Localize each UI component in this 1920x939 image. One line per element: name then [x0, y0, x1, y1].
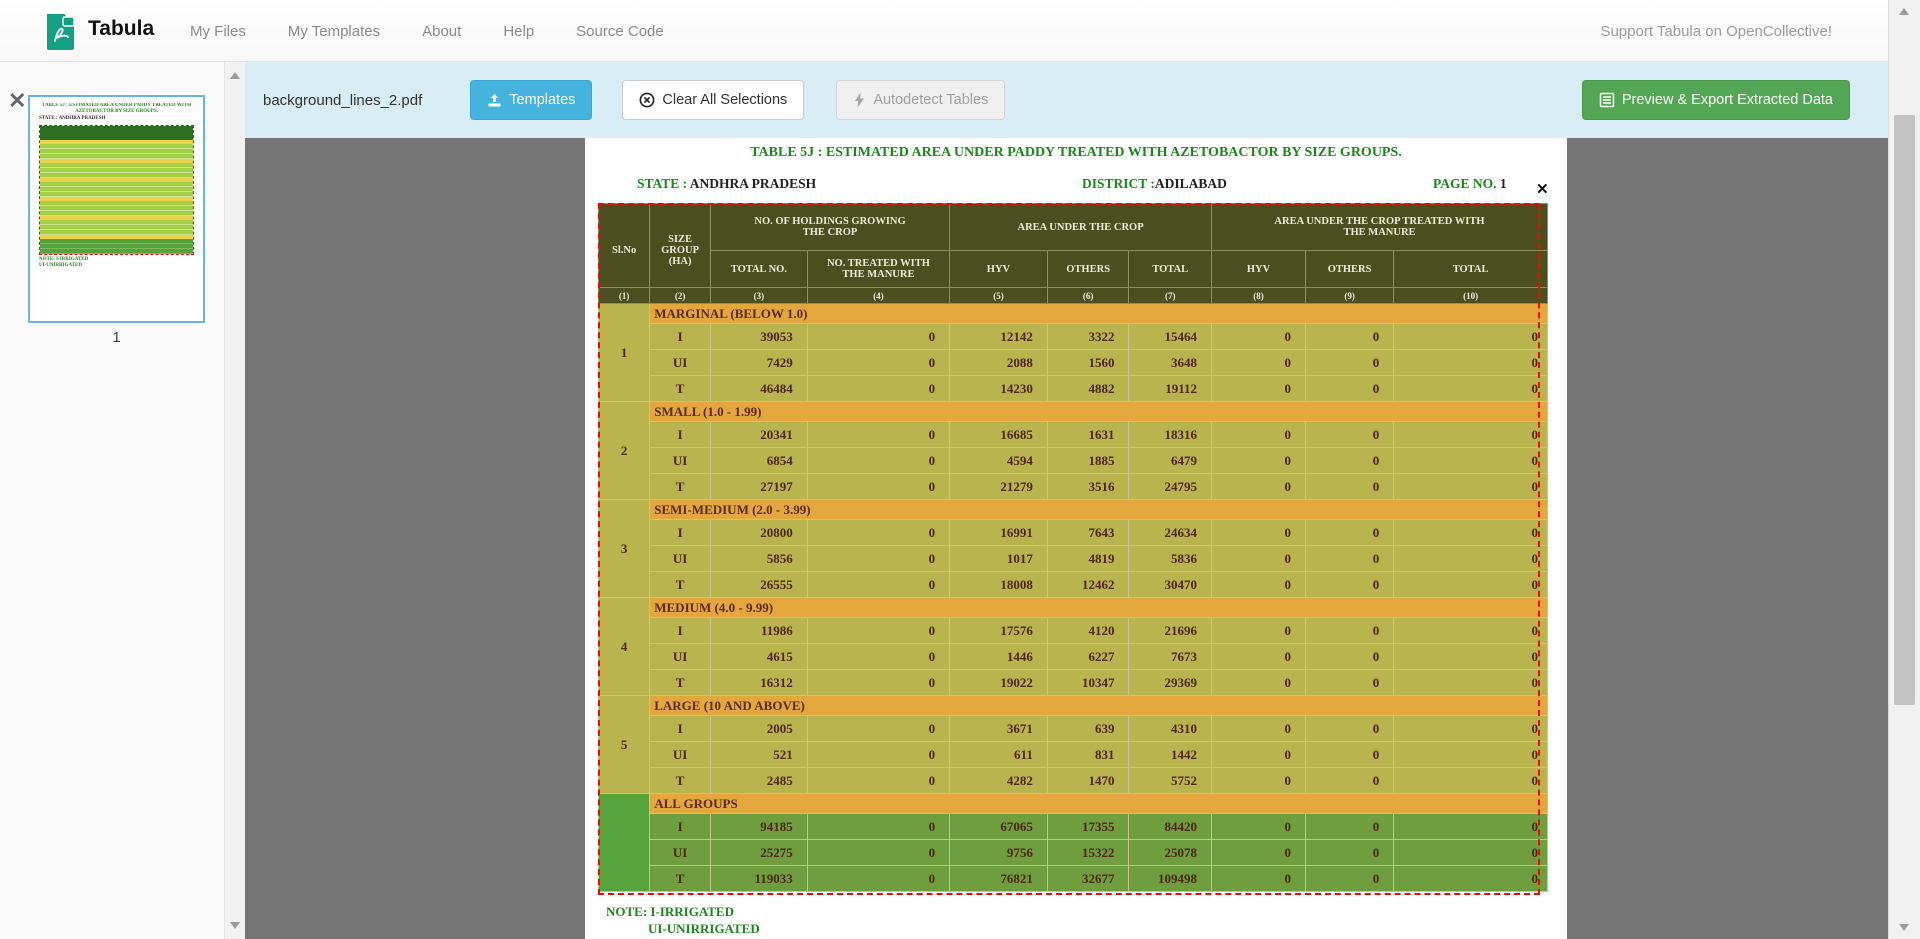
autodetect-label: Autodetect Tables	[873, 92, 988, 108]
tabula-logo-icon	[44, 11, 78, 51]
export-label: Preview & Export Extracted Data	[1622, 92, 1833, 108]
autodetect-tables-button[interactable]: Autodetect Tables	[836, 80, 1005, 120]
window-scrollbar[interactable]	[1888, 0, 1920, 939]
scroll-down-icon[interactable]	[1899, 924, 1909, 931]
thumb-table-header	[40, 126, 193, 140]
clear-all-selections-button[interactable]: Clear All Selections	[622, 80, 804, 120]
page-no-label: PAGE NO.	[1433, 176, 1497, 191]
nav-item-help[interactable]: Help	[503, 23, 534, 40]
state-label: STATE :	[637, 176, 687, 191]
nav-menu: My Files My Templates About Help Source Code	[190, 0, 664, 62]
selection-close-icon[interactable]: ✕	[1536, 180, 1549, 198]
brand-title: Tabula	[88, 17, 154, 41]
toolbar: background_lines_2.pdf Templates Clear A…	[245, 62, 1888, 138]
thumb-table	[39, 125, 194, 255]
nav-item-about[interactable]: About	[422, 23, 461, 40]
nav-item-my-templates[interactable]: My Templates	[288, 23, 380, 40]
nav-item-source-code[interactable]: Source Code	[576, 23, 664, 40]
scroll-up-icon[interactable]	[1899, 8, 1909, 15]
page-thumbnail[interactable]: TABLE 5J : ESTIMATED AREA UNDER PADDY TR…	[28, 95, 205, 323]
remove-page-icon[interactable]: ✕	[8, 90, 26, 112]
scroll-down-icon[interactable]	[230, 922, 240, 929]
pages-sidebar: ✕ TABLE 5J : ESTIMATED AREA UNDER PADDY …	[0, 62, 245, 939]
state-value: ANDHRA PRADESH	[690, 176, 816, 191]
lightning-icon	[853, 92, 866, 108]
open-file-name: background_lines_2.pdf	[263, 92, 422, 109]
table-selection-box[interactable]	[598, 203, 1540, 895]
preview-export-button[interactable]: Preview & Export Extracted Data	[1582, 80, 1850, 120]
pdf-meta-line: STATE : ANDHRA PRADESH DISTRICT :ADILABA…	[585, 176, 1567, 194]
top-navbar: Tabula My Files My Templates About Help Sour…	[0, 0, 1888, 62]
scrollbar-thumb[interactable]	[1894, 115, 1915, 705]
nav-item-my-files[interactable]: My Files	[190, 23, 246, 40]
thumb-notes: NOTE: I-IRRIGATED UI-UNIRRIGATED	[39, 257, 194, 269]
templates-icon	[487, 93, 502, 108]
district-value: ADILABAD	[1155, 176, 1227, 191]
pdf-page[interactable]: TABLE 5J : ESTIMATED AREA UNDER PADDY TR…	[585, 138, 1567, 939]
scroll-up-icon[interactable]	[230, 72, 240, 79]
pdf-notes: NOTE: I-IRRIGATED UI-UNIRRIGATED	[606, 903, 760, 937]
clear-icon	[639, 92, 655, 108]
district-label: DISTRICT :	[1082, 176, 1155, 191]
support-link[interactable]: Support Tabula on OpenCollective!	[1600, 0, 1832, 62]
thumb-meta-text: STATE : ANDHRA PRADESH	[39, 115, 194, 123]
page-number-label: 1	[28, 329, 205, 346]
pdf-viewer-area: TABLE 5J : ESTIMATED AREA UNDER PADDY TR…	[245, 138, 1888, 939]
templates-label: Templates	[509, 92, 575, 108]
page-no-value: 1	[1500, 176, 1507, 191]
thumb-title-text: TABLE 5J : ESTIMATED AREA UNDER PADDY TR…	[39, 103, 194, 115]
sidebar-scrollbar[interactable]	[224, 62, 245, 939]
templates-button[interactable]: Templates	[470, 80, 592, 120]
table-list-icon	[1599, 92, 1615, 108]
thumb-data-row	[40, 249, 193, 254]
clear-label: Clear All Selections	[662, 92, 787, 108]
pdf-table-title: TABLE 5J : ESTIMATED AREA UNDER PADDY TR…	[585, 145, 1567, 161]
